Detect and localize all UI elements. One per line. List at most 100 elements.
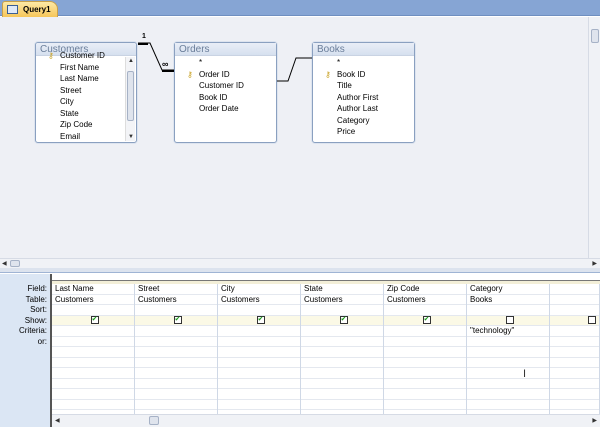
or-cell[interactable]: [384, 368, 466, 379]
show-cell[interactable]: ✔: [218, 315, 300, 326]
or-cell[interactable]: [467, 337, 549, 347]
or-cell[interactable]: [384, 379, 466, 389]
table-cell[interactable]: Customers: [301, 295, 383, 305]
show-cell[interactable]: [467, 315, 549, 326]
sort-cell[interactable]: [301, 305, 383, 316]
table-cell[interactable]: Customers: [218, 295, 300, 305]
or-cell[interactable]: [384, 337, 466, 347]
or-cell[interactable]: [550, 379, 599, 389]
grid-horizontal-scrollbar[interactable]: ◀ ▶: [52, 414, 600, 427]
field-cell[interactable]: Category: [467, 284, 549, 295]
criteria-cell[interactable]: [550, 326, 599, 337]
scroll-right-icon[interactable]: ▶: [592, 260, 597, 267]
criteria-cell[interactable]: [301, 326, 383, 337]
or-cell[interactable]: [550, 368, 599, 379]
or-cell[interactable]: [218, 400, 300, 410]
scroll-thumb[interactable]: [591, 29, 599, 43]
or-cell[interactable]: [467, 379, 549, 389]
or-cell[interactable]: [218, 368, 300, 379]
or-cell[interactable]: [135, 337, 217, 347]
or-cell[interactable]: [550, 347, 599, 358]
field-cell[interactable]: Street: [135, 284, 217, 295]
or-cell[interactable]: [52, 400, 134, 410]
criteria-cell[interactable]: "technology": [467, 326, 549, 337]
or-cell[interactable]: [301, 337, 383, 347]
sort-cell[interactable]: [467, 305, 549, 316]
checked-checkbox[interactable]: ✔: [90, 316, 99, 325]
or-cell[interactable]: [52, 347, 134, 358]
criteria-cell[interactable]: [218, 326, 300, 337]
scroll-left-icon[interactable]: ◀: [55, 417, 60, 424]
table-cell[interactable]: [550, 295, 599, 305]
sort-cell[interactable]: [384, 305, 466, 316]
show-cell[interactable]: ✔: [301, 315, 383, 326]
scroll-thumb[interactable]: [10, 260, 20, 267]
or-cell[interactable]: [52, 379, 134, 389]
checked-checkbox[interactable]: ✔: [173, 316, 182, 325]
scroll-thumb[interactable]: [149, 416, 159, 425]
show-cell[interactable]: ✔: [52, 315, 134, 326]
table-cell[interactable]: Books: [467, 295, 549, 305]
unchecked-checkbox[interactable]: [505, 316, 514, 325]
design-vertical-scrollbar[interactable]: [588, 17, 600, 258]
field-cell[interactable]: [550, 284, 599, 295]
criteria-cell[interactable]: [384, 326, 466, 337]
or-cell[interactable]: [218, 389, 300, 400]
or-cell[interactable]: [135, 400, 217, 410]
or-cell[interactable]: [218, 379, 300, 389]
or-cell[interactable]: [52, 389, 134, 400]
pane-splitter[interactable]: [0, 268, 600, 273]
show-cell[interactable]: ✔: [384, 315, 466, 326]
scroll-left-icon[interactable]: ◀: [2, 260, 7, 267]
criteria-cell[interactable]: [135, 326, 217, 337]
design-horizontal-scrollbar[interactable]: ◀ ▶: [0, 258, 600, 268]
checked-checkbox[interactable]: ✔: [422, 316, 431, 325]
or-cell[interactable]: [467, 389, 549, 400]
or-cell[interactable]: [384, 400, 466, 410]
or-cell[interactable]: [301, 389, 383, 400]
sort-cell[interactable]: [218, 305, 300, 316]
checked-checkbox[interactable]: ✔: [256, 316, 265, 325]
show-cell[interactable]: ✔: [135, 315, 217, 326]
or-cell[interactable]: [135, 358, 217, 368]
or-cell[interactable]: [467, 400, 549, 410]
or-cell[interactable]: [384, 358, 466, 368]
or-cell[interactable]: [301, 400, 383, 410]
or-cell[interactable]: [218, 337, 300, 347]
field-cell[interactable]: State: [301, 284, 383, 295]
or-cell[interactable]: [135, 379, 217, 389]
field-cell[interactable]: City: [218, 284, 300, 295]
scroll-right-icon[interactable]: ▶: [592, 417, 597, 424]
or-cell[interactable]: [52, 337, 134, 347]
or-cell[interactable]: [384, 347, 466, 358]
or-cell[interactable]: [301, 379, 383, 389]
field-cell[interactable]: Last Name: [52, 284, 134, 295]
or-cell[interactable]: [550, 358, 599, 368]
criteria-cell[interactable]: [52, 326, 134, 337]
or-cell[interactable]: [52, 358, 134, 368]
or-cell[interactable]: [550, 400, 599, 410]
table-cell[interactable]: Customers: [135, 295, 217, 305]
or-cell[interactable]: [467, 368, 549, 379]
or-cell[interactable]: [550, 337, 599, 347]
or-cell[interactable]: [135, 389, 217, 400]
or-cell[interactable]: [301, 368, 383, 379]
or-cell[interactable]: [135, 347, 217, 358]
table-cell[interactable]: Customers: [384, 295, 466, 305]
or-cell[interactable]: [218, 358, 300, 368]
show-cell[interactable]: [550, 315, 599, 326]
or-cell[interactable]: [467, 358, 549, 368]
or-cell[interactable]: [384, 389, 466, 400]
tab-query1[interactable]: Query1: [2, 1, 58, 17]
or-cell[interactable]: [301, 347, 383, 358]
or-cell[interactable]: [467, 347, 549, 358]
or-cell[interactable]: [550, 389, 599, 400]
field-cell[interactable]: Zip Code: [384, 284, 466, 295]
table-cell[interactable]: Customers: [52, 295, 134, 305]
sort-cell[interactable]: [550, 305, 599, 316]
checked-checkbox[interactable]: ✔: [339, 316, 348, 325]
sort-cell[interactable]: [52, 305, 134, 316]
or-cell[interactable]: [52, 368, 134, 379]
sort-cell[interactable]: [135, 305, 217, 316]
or-cell[interactable]: [218, 347, 300, 358]
